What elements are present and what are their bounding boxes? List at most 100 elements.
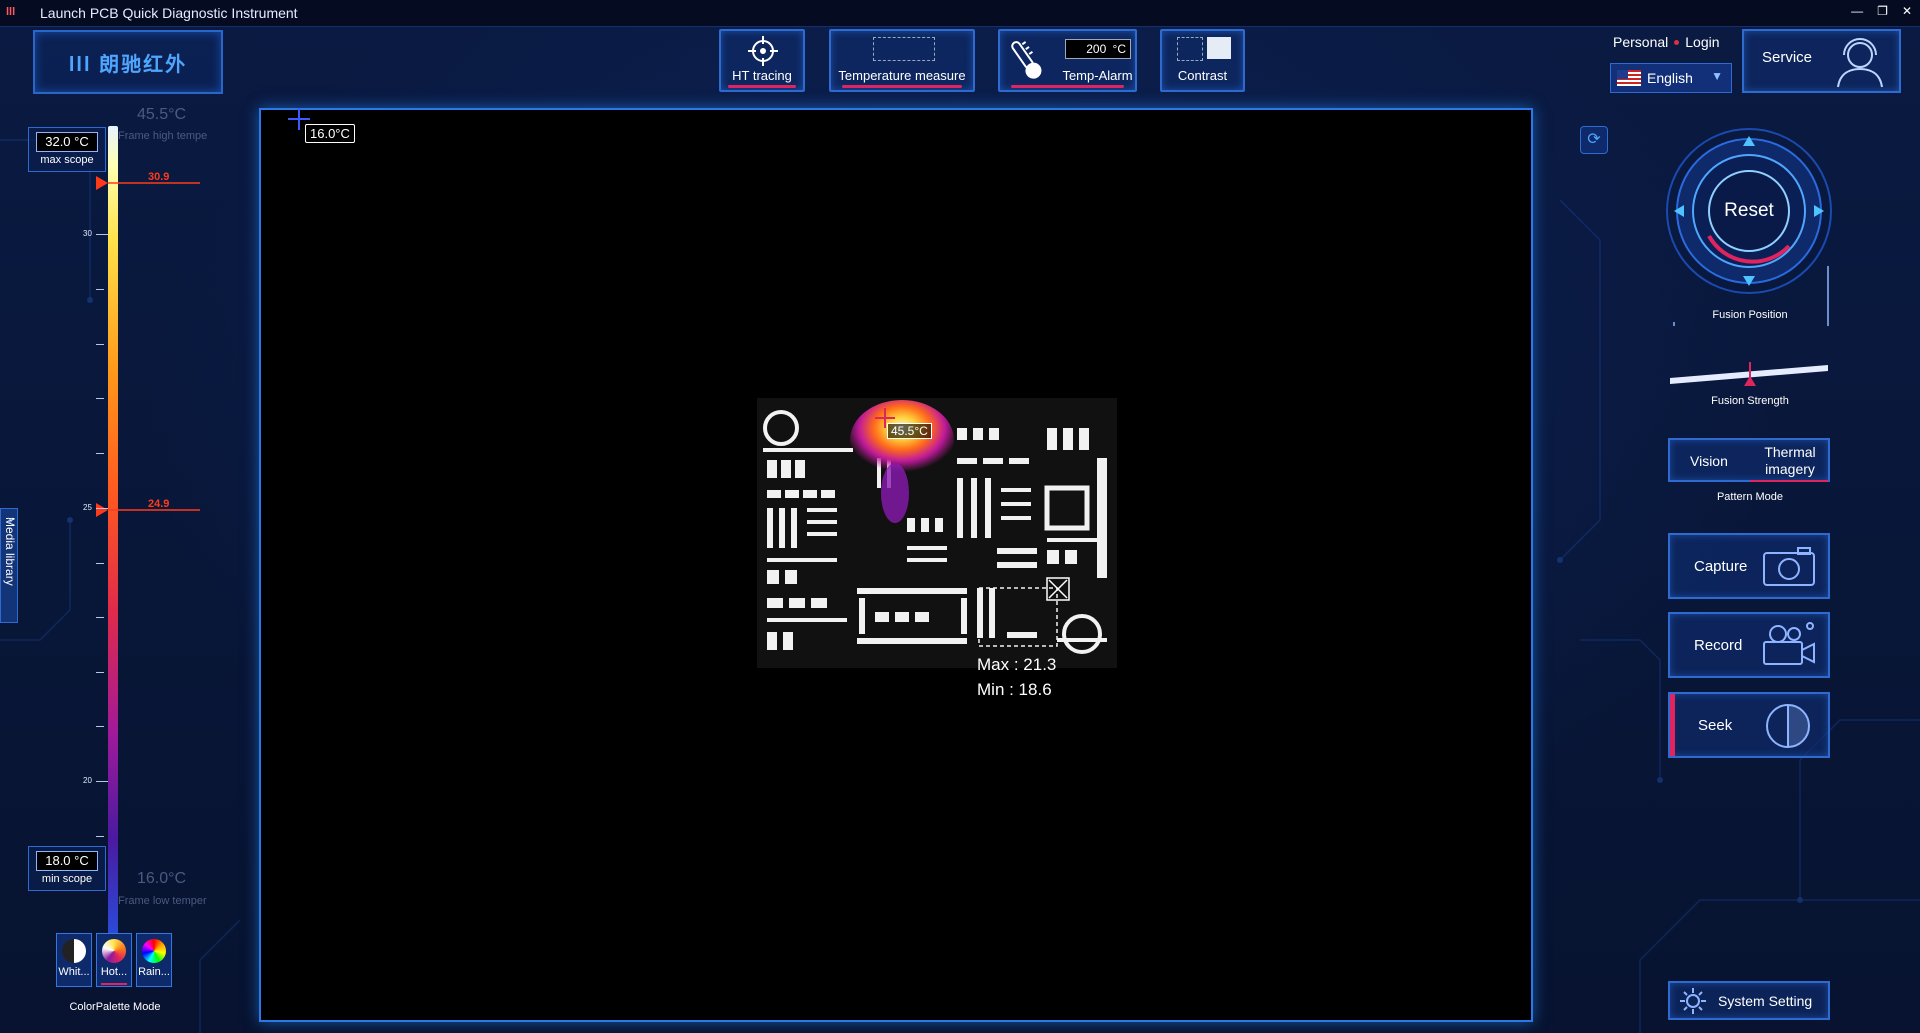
- scale-tick: [96, 726, 104, 727]
- media-library-tab[interactable]: Media library »: [0, 508, 18, 623]
- brand-logo: lll 朗驰红外: [33, 30, 223, 94]
- pattern-mode-label: Pattern Mode: [1716, 491, 1784, 503]
- palette-white-button[interactable]: Whit...: [56, 933, 92, 987]
- roi-max-temp: Max : 21.3: [977, 655, 1057, 674]
- frame-high-temp: 45.5°C: [137, 106, 187, 123]
- fusion-position-dial[interactable]: [1654, 126, 1844, 326]
- active-underline: [1750, 480, 1828, 482]
- minimize-button[interactable]: —: [1851, 4, 1863, 18]
- max-scope-label: max scope: [40, 154, 94, 166]
- refresh-button[interactable]: ⟳: [1580, 126, 1608, 154]
- window-title: Launch PCB Quick Diagnostic Instrument: [40, 5, 298, 21]
- account-links: Personal Login: [1613, 34, 1720, 50]
- max-scope-value: 32.0 °C: [36, 132, 98, 152]
- white-palette-icon: [62, 939, 86, 963]
- palette-rainbow-label: Rain...: [138, 966, 170, 978]
- active-underline: [1010, 85, 1125, 88]
- service-button[interactable]: Service: [1742, 29, 1901, 93]
- language-value: English: [1647, 70, 1693, 86]
- record-label: Record: [1694, 637, 1743, 654]
- ht-tracing-label: HT tracing: [732, 68, 792, 83]
- palette-white-label: Whit...: [58, 966, 90, 978]
- language-select[interactable]: English ▼: [1610, 63, 1732, 93]
- pattern-mode-toggle[interactable]: Vision Thermal imagery: [1668, 438, 1830, 482]
- palette-hot-label: Hot...: [100, 966, 128, 978]
- seek-button[interactable]: Seek: [1668, 692, 1830, 758]
- palette-rainbow-button[interactable]: Rain...: [136, 933, 172, 987]
- scale-tick: [96, 234, 108, 235]
- video-camera-icon: [1763, 622, 1815, 665]
- frame-low-temp: 16.0°C: [137, 870, 187, 887]
- seek-label: Seek: [1698, 717, 1733, 734]
- capture-button[interactable]: Capture: [1668, 533, 1830, 599]
- fusion-strength-slider[interactable]: [1668, 360, 1832, 390]
- reset-button[interactable]: Reset: [1709, 200, 1789, 222]
- pattern-thermal-option[interactable]: Thermal imagery: [1758, 444, 1822, 478]
- frame-low-label: Frame low temper: [118, 895, 207, 907]
- seek-icon: [1766, 704, 1810, 748]
- fusion-strength-label: Fusion Strength: [1711, 395, 1789, 407]
- login-link[interactable]: Login: [1685, 34, 1719, 50]
- scale-tick: [96, 672, 104, 673]
- scale-tick-label: 30: [83, 229, 92, 238]
- crosshair-temp: 16.0°C: [305, 124, 355, 143]
- ht-tracing-button[interactable]: HT tracing: [719, 29, 805, 92]
- chevron-right-icon: »: [4, 517, 16, 524]
- service-label: Service: [1762, 49, 1813, 66]
- gear-icon: [1680, 988, 1706, 1014]
- contrast-button[interactable]: Contrast: [1160, 29, 1245, 92]
- title-bar: lll Launch PCB Quick Diagnostic Instrume…: [0, 0, 1920, 27]
- temp-alarm-button[interactable]: 200 °C Temp-Alarm: [998, 29, 1137, 92]
- max-scope-box[interactable]: 32.0 °C max scope: [28, 127, 106, 172]
- pcb-thermal-image: [757, 398, 1117, 668]
- pattern-vision-option[interactable]: Vision: [1690, 453, 1728, 469]
- marker-high-value: 30.9: [148, 171, 170, 183]
- thermal-viewport[interactable]: 16.0°C 45.5°C Max: 21.3 Min: 18.6: [259, 108, 1533, 1022]
- close-button[interactable]: ✕: [1902, 4, 1912, 18]
- brand-text: lll 朗驰红外: [68, 53, 188, 76]
- frame-high-label: Frame high tempe: [118, 130, 208, 142]
- record-button[interactable]: Record: [1668, 612, 1830, 678]
- system-setting-button[interactable]: System Setting: [1668, 981, 1830, 1020]
- color-scale-bar: [108, 126, 118, 936]
- marker-low-value: 24.9: [148, 498, 170, 510]
- personal-link[interactable]: Personal: [1613, 34, 1668, 50]
- hotspot-temp: 45.5°C: [887, 423, 932, 439]
- maximize-button[interactable]: ❐: [1877, 4, 1888, 18]
- scale-tick: [96, 508, 108, 509]
- fusion-position-label: Fusion Position: [1712, 309, 1788, 321]
- capture-label: Capture: [1694, 558, 1748, 575]
- crosshair-icon: [748, 36, 778, 66]
- palette-hot-button[interactable]: Hot...: [96, 933, 132, 987]
- scale-tick: [96, 453, 104, 454]
- scale-tick: [96, 289, 104, 290]
- rainbow-palette-icon: [142, 939, 166, 963]
- support-agent-icon: [1837, 38, 1883, 88]
- temperature-measure-button[interactable]: Temperature measure: [829, 29, 975, 92]
- palette-mode-label: ColorPalette Mode: [69, 1001, 161, 1013]
- active-underline: [727, 85, 797, 88]
- scale-tick: [96, 617, 104, 618]
- contrast-label: Contrast: [1177, 68, 1228, 83]
- camera-icon: [1763, 547, 1815, 586]
- contrast-icon: [1177, 37, 1233, 61]
- scale-tick: [96, 781, 108, 782]
- min-scope-value: 18.0 °C: [36, 851, 98, 871]
- alarm-threshold-unit: °C: [1112, 42, 1126, 56]
- roi-min-temp: Min : 18.6: [977, 680, 1052, 699]
- app-logo: lll: [6, 6, 16, 18]
- alarm-threshold-value: 200: [1086, 42, 1107, 56]
- temp-alarm-label: Temp-Alarm: [1062, 68, 1133, 83]
- active-indicator: [1670, 694, 1675, 756]
- min-scope-label: min scope: [41, 873, 93, 885]
- refresh-icon: ⟳: [1587, 131, 1601, 148]
- scale-tick: [96, 563, 104, 564]
- alarm-threshold-field[interactable]: 200 °C: [1065, 39, 1131, 59]
- temperature-measure-label: Temperature measure: [838, 68, 966, 83]
- min-scope-box[interactable]: 18.0 °C min scope: [28, 846, 106, 891]
- system-setting-label: System Setting: [1718, 993, 1813, 1009]
- scale-tick-label: 25: [83, 503, 92, 512]
- scale-tick: [96, 398, 104, 399]
- hot-palette-icon: [102, 939, 126, 963]
- scale-tick-label: 20: [83, 776, 92, 785]
